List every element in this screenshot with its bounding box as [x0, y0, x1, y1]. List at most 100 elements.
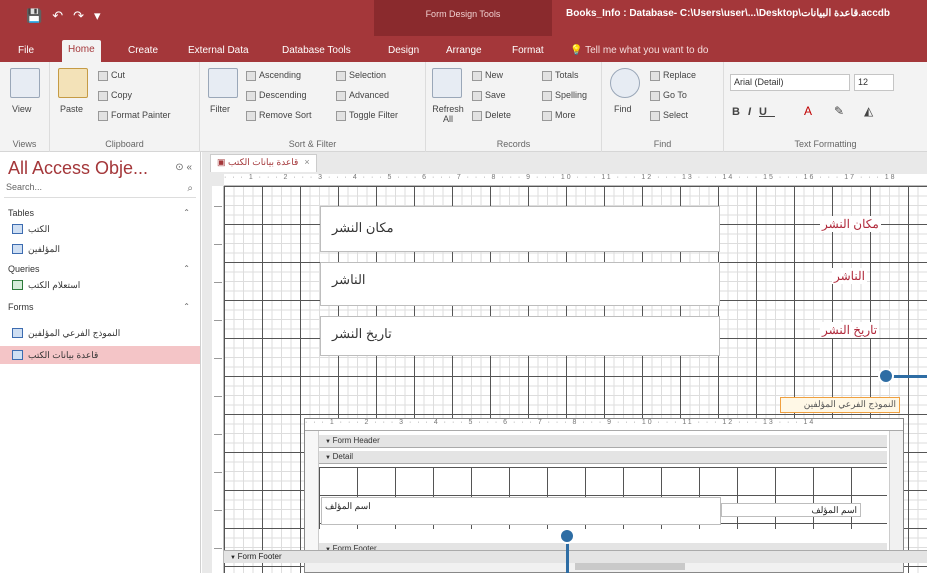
format-painter-button[interactable]: Format Painter — [98, 110, 171, 121]
group-label: Views — [12, 139, 37, 149]
filter-button[interactable]: Filter — [210, 104, 230, 114]
nav-section-forms[interactable]: Forms ⌃ — [8, 302, 194, 312]
tab-create[interactable]: Create — [122, 41, 164, 62]
replace-button[interactable]: Replace — [650, 70, 696, 81]
find-icon[interactable] — [610, 68, 640, 98]
save-record-button[interactable]: Save — [472, 90, 506, 101]
tab-arrange[interactable]: Arrange — [440, 41, 488, 62]
tab-external-data[interactable]: External Data — [182, 41, 255, 62]
advanced-button[interactable]: Advanced — [336, 90, 389, 101]
nav-item-table[interactable]: المؤلفين — [10, 240, 198, 258]
totals-button[interactable]: Totals — [542, 70, 579, 81]
tab-design[interactable]: Design — [382, 41, 425, 62]
delete-label: Delete — [485, 110, 512, 120]
collapse-icon[interactable]: « — [186, 162, 192, 173]
fill-color-icon[interactable]: ◭ — [864, 104, 873, 118]
field-label[interactable]: الناشر — [832, 268, 867, 284]
remove-sort-button[interactable]: Remove Sort — [246, 110, 312, 121]
text-box-control[interactable] — [320, 262, 720, 306]
search-icon[interactable]: ⌕ — [187, 183, 193, 194]
nav-item-form[interactable]: النموذج الفرعي المؤلفين — [10, 324, 198, 342]
vertical-ruler[interactable] — [212, 186, 224, 573]
select-icon — [650, 110, 660, 121]
nav-item-label: النموذج الفرعي المؤلفين — [28, 328, 121, 338]
document-tab[interactable]: ▣ قاعدة بيانات الكتب × — [210, 154, 317, 172]
ruler-tick — [214, 510, 222, 511]
nav-section-tables[interactable]: Tables ⌃ — [8, 208, 194, 218]
spelling-icon — [542, 90, 552, 101]
nav-section-queries[interactable]: Queries ⌃ — [8, 264, 194, 274]
form-icon: ▣ — [217, 157, 226, 167]
toggle-filter-button[interactable]: Toggle Filter — [336, 110, 398, 121]
new-record-icon — [472, 70, 482, 81]
new-record-button[interactable]: New — [472, 70, 503, 81]
redo-icon[interactable]: ↷ — [73, 8, 84, 24]
chevron-up-icon[interactable]: ⌃ — [183, 302, 190, 311]
subform-detail-section[interactable]: Detail — [319, 451, 887, 464]
paste-icon[interactable] — [58, 68, 88, 98]
horizontal-ruler[interactable]: · · · 1 · · · 2 · · · 3 · · · 4 · · · 5 … — [224, 174, 927, 186]
tab-format[interactable]: Format — [506, 41, 550, 62]
more-button[interactable]: More — [542, 110, 576, 121]
close-icon[interactable]: × — [304, 157, 309, 167]
copy-button[interactable]: Copy — [98, 90, 132, 101]
spelling-button[interactable]: Spelling — [542, 90, 587, 101]
font-size-dropdown[interactable]: 12 — [854, 74, 894, 91]
select-label: Select — [663, 110, 689, 120]
goto-button[interactable]: Go To — [650, 90, 687, 101]
customize-qat-icon[interactable]: ▾ — [94, 8, 101, 24]
ruler-tick — [214, 472, 222, 473]
field-label[interactable]: مكان النشر — [820, 216, 881, 232]
subform-field-label[interactable]: اسم المؤلف — [721, 503, 861, 517]
highlight-icon[interactable]: ✎ — [834, 104, 844, 118]
form-icon — [12, 328, 23, 338]
scroll-thumb[interactable] — [575, 562, 685, 570]
bold-italic-underline-buttons[interactable]: BIU — [732, 106, 775, 118]
subform-text-box[interactable]: اسم المؤلف — [321, 497, 721, 525]
ruler-tick — [214, 282, 222, 283]
nav-pane-title[interactable]: All Access Obje... — [8, 158, 148, 179]
ruler-tick — [214, 206, 222, 207]
tab-home[interactable]: Home — [62, 40, 101, 62]
tab-database-tools[interactable]: Database Tools — [276, 41, 357, 62]
nav-item-label: المؤلفين — [28, 244, 60, 254]
nav-item-query[interactable]: استعلام الكتب — [10, 276, 198, 294]
tell-me-box[interactable]: 💡 Tell me what you want to do — [570, 45, 708, 56]
search-placeholder: Search... — [6, 182, 43, 192]
view-icon[interactable] — [10, 68, 40, 98]
subform-ruler: · · · 1 · · · 2 · · · 3 · · · 4 · · · 5 … — [305, 419, 903, 431]
nav-item-table[interactable]: الكتب — [10, 220, 198, 238]
nav-pane-controls[interactable]: ⊙ « — [175, 162, 192, 173]
font-name-dropdown[interactable]: Arial (Detail) — [730, 74, 850, 91]
form-design-grid[interactable]: مكان النشر مكان النشر الناشر الناشر تاري… — [224, 186, 927, 573]
font-color-icon[interactable]: A — [804, 104, 812, 118]
ascending-button[interactable]: Ascending — [246, 70, 301, 81]
form-footer-section[interactable]: Form Footer — [224, 550, 927, 563]
tab-file[interactable]: File — [12, 41, 40, 62]
nav-search-input[interactable]: Search... ⌕ — [4, 182, 196, 198]
select-button[interactable]: Select — [650, 110, 688, 121]
chevron-down-icon[interactable]: ⊙ — [175, 162, 183, 173]
view-button[interactable]: View — [12, 104, 31, 114]
refresh-all-button[interactable]: Refresh All — [430, 104, 466, 124]
field-label[interactable]: تاريخ النشر — [820, 322, 880, 338]
filter-icon[interactable] — [208, 68, 238, 98]
save-icon[interactable]: 💾 — [26, 8, 42, 24]
subform-header-section[interactable]: Form Header — [319, 435, 887, 448]
nav-item-form-selected[interactable]: قاعدة بيانات الكتب — [0, 346, 200, 364]
brush-icon — [98, 110, 108, 121]
delete-record-button[interactable]: Delete — [472, 110, 511, 121]
paste-button[interactable]: Paste — [60, 104, 83, 114]
more-label: More — [555, 110, 576, 120]
refresh-icon[interactable] — [432, 68, 462, 98]
descending-button[interactable]: Descending — [246, 90, 307, 101]
selection-button[interactable]: Selection — [336, 70, 386, 81]
undo-icon[interactable]: ↶ — [52, 8, 63, 24]
chevron-up-icon[interactable]: ⌃ — [183, 208, 190, 217]
cut-button[interactable]: Cut — [98, 70, 125, 81]
subform-label[interactable]: النموذج الفرعي المؤلفين — [780, 397, 900, 413]
toggle-filter-label: Toggle Filter — [349, 110, 399, 120]
subform-vertical-scrollbar[interactable] — [889, 431, 903, 559]
find-button[interactable]: Find — [614, 104, 632, 114]
chevron-up-icon[interactable]: ⌃ — [183, 264, 190, 273]
